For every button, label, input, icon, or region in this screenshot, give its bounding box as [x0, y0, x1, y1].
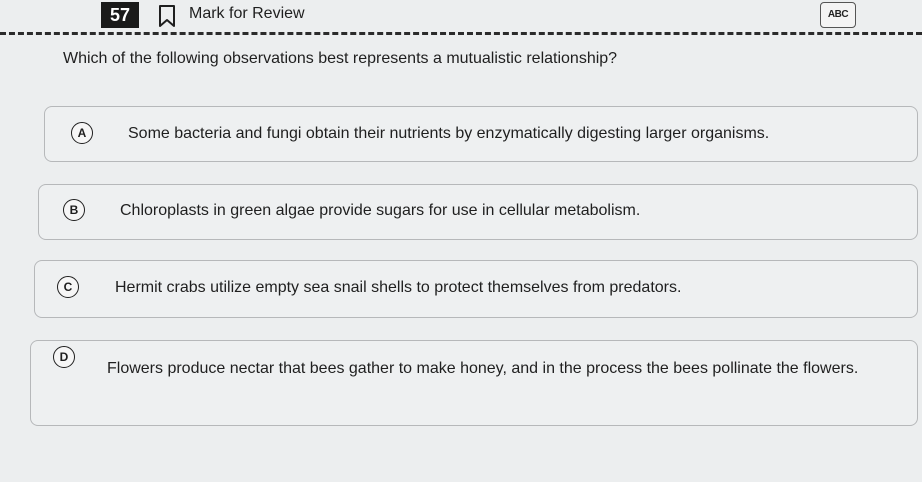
answer-choice-b[interactable]: B Chloroplasts in green algae provide su… — [38, 184, 918, 240]
question-text: Which of the following observations best… — [63, 50, 618, 67]
choice-text-b: Chloroplasts in green algae provide suga… — [120, 202, 641, 219]
choice-text-c: Hermit crabs utilize empty sea snail she… — [115, 279, 682, 296]
mark-for-review-button[interactable]: Mark for Review — [189, 5, 305, 23]
question-number: 57 — [101, 2, 139, 28]
question-header: 57 Mark for Review ABC — [0, 0, 922, 34]
bookmark-icon[interactable] — [157, 4, 177, 28]
answer-choice-a[interactable]: A Some bacteria and fungi obtain their n… — [44, 106, 918, 162]
choice-letter-a: A — [71, 122, 93, 144]
choice-text-a: Some bacteria and fungi obtain their nut… — [128, 125, 770, 142]
header-divider — [0, 32, 922, 35]
choice-text-d: Flowers produce nectar that bees gather … — [107, 360, 859, 377]
choice-letter-c: C — [57, 276, 79, 298]
answer-choice-d[interactable]: D Flowers produce nectar that bees gathe… — [30, 340, 918, 426]
answer-choice-c[interactable]: C Hermit crabs utilize empty sea snail s… — [34, 260, 918, 318]
choice-letter-b: B — [63, 199, 85, 221]
answer-eliminator-button[interactable]: ABC — [820, 2, 856, 28]
choice-letter-d: D — [53, 346, 75, 368]
